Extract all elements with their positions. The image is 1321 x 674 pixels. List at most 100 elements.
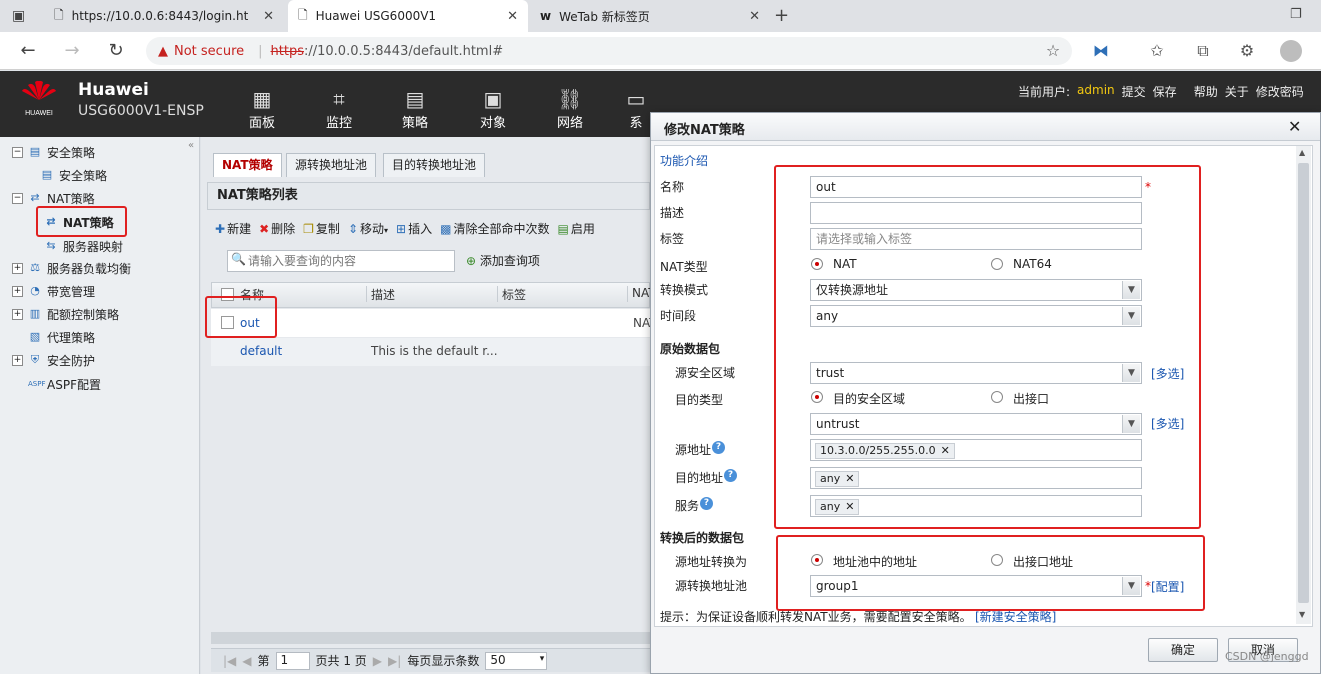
column-nat[interactable]: NAT bbox=[632, 286, 650, 300]
scroll-down-icon[interactable]: ▼ bbox=[1299, 610, 1305, 619]
help-icon[interactable]: ? bbox=[700, 497, 713, 510]
translate-interface-label[interactable]: 出接口地址 bbox=[1013, 553, 1073, 570]
new-button[interactable]: ✚ 新建 bbox=[215, 220, 251, 237]
row-name-link[interactable]: default bbox=[240, 344, 282, 358]
help-link[interactable]: 帮助 bbox=[1194, 83, 1218, 100]
collections-icon[interactable]: ⧉ bbox=[1192, 41, 1214, 61]
tree-item-proxy[interactable]: ▧ 代理策略 bbox=[28, 327, 95, 347]
dest-type-zone-radio[interactable] bbox=[811, 391, 823, 403]
help-icon[interactable]: ? bbox=[712, 441, 725, 454]
nat-type-nat-radio[interactable] bbox=[811, 258, 823, 270]
scroll-up-icon[interactable]: ▲ bbox=[1299, 148, 1305, 157]
move-button[interactable]: ⇕ 移动▾ bbox=[348, 220, 388, 237]
collapse-icon[interactable]: « bbox=[188, 140, 194, 151]
tab-nat-policy[interactable]: NAT策略 bbox=[213, 153, 282, 177]
insert-button[interactable]: ⊞ 插入 bbox=[396, 220, 432, 237]
dest-zone-multiselect-link[interactable]: [多选] bbox=[1151, 415, 1184, 432]
tree-item-aspf[interactable]: ASPF ASPF配置 bbox=[28, 374, 101, 394]
tab-actions-icon[interactable]: ▣ bbox=[12, 8, 25, 24]
tree-item-nat-policy-child[interactable]: ⇄ NAT策略 bbox=[44, 212, 113, 232]
close-icon[interactable]: ✕ bbox=[263, 9, 274, 24]
ok-button[interactable]: 确定 bbox=[1148, 638, 1218, 662]
name-input[interactable]: out bbox=[810, 176, 1142, 198]
forward-icon[interactable]: → bbox=[60, 40, 84, 61]
delete-button[interactable]: ✖ 删除 bbox=[259, 220, 295, 237]
save-link[interactable]: 保存 bbox=[1153, 83, 1177, 100]
close-icon[interactable]: ✕ bbox=[507, 9, 518, 24]
tab-dest-pool[interactable]: 目的转换地址池 bbox=[383, 153, 486, 177]
tree-item-server-mapping[interactable]: ⇆ 服务器映射 bbox=[44, 236, 123, 256]
new-security-policy-link[interactable]: [新建安全策略] bbox=[975, 608, 1056, 625]
nat-type-nat64-radio[interactable] bbox=[991, 258, 1003, 270]
profile-avatar[interactable] bbox=[1280, 40, 1302, 62]
favorites-icon[interactable]: ✩ bbox=[1146, 41, 1168, 60]
restore-window-icon[interactable]: ❐ bbox=[1290, 7, 1302, 22]
favorite-star-icon[interactable]: ☆ bbox=[1042, 41, 1064, 60]
help-icon[interactable]: ? bbox=[724, 469, 737, 482]
new-tab-icon[interactable]: + bbox=[774, 5, 789, 26]
copy-button[interactable]: ❐ 复制 bbox=[303, 220, 340, 237]
pool-config-link[interactable]: [配置] bbox=[1151, 578, 1184, 595]
remove-icon[interactable]: ✕ bbox=[845, 472, 854, 486]
menu-network[interactable]: ⛓ 网络 bbox=[545, 86, 595, 131]
intro-link[interactable]: 功能介绍 bbox=[660, 152, 708, 169]
nat-type-nat-label[interactable]: NAT bbox=[833, 257, 857, 271]
collapse-toggle-icon[interactable]: − bbox=[12, 146, 23, 158]
expand-toggle-icon[interactable]: + bbox=[12, 308, 23, 320]
submit-link[interactable]: 提交 bbox=[1122, 83, 1146, 100]
about-link[interactable]: 关于 bbox=[1225, 83, 1249, 100]
column-desc[interactable]: 描述 bbox=[371, 286, 395, 303]
tree-item-protection[interactable]: + ⛨ 安全防护 bbox=[12, 350, 95, 370]
tree-item-security-policy[interactable]: − ▤ 安全策略 bbox=[12, 142, 95, 162]
tree-item-nat-policy[interactable]: − ⇄ NAT策略 bbox=[12, 188, 95, 208]
translate-pool-radio[interactable] bbox=[811, 554, 823, 566]
translate-pool-label[interactable]: 地址池中的地址 bbox=[833, 553, 917, 570]
extensions-icon[interactable]: ⚙ bbox=[1236, 41, 1258, 60]
last-page-icon[interactable]: ▶| bbox=[388, 654, 401, 668]
first-page-icon[interactable]: |◀ bbox=[223, 654, 236, 668]
service-field[interactable] bbox=[810, 495, 1142, 517]
expand-toggle-icon[interactable]: + bbox=[12, 285, 23, 297]
scrollbar-thumb[interactable] bbox=[1298, 163, 1309, 603]
source-zone-multiselect-link[interactable]: [多选] bbox=[1151, 365, 1184, 382]
description-input[interactable] bbox=[810, 202, 1142, 224]
enable-button[interactable]: ▤ 启用 bbox=[557, 220, 594, 237]
per-page-select[interactable]: 50 ▾ bbox=[485, 651, 548, 670]
page-number-input[interactable]: 1 bbox=[275, 651, 310, 670]
dest-type-zone-label[interactable]: 目的安全区域 bbox=[833, 390, 905, 407]
extension-icon[interactable]: ⧓ bbox=[1090, 41, 1112, 60]
translate-interface-radio[interactable] bbox=[991, 554, 1003, 566]
prev-page-icon[interactable]: ◀ bbox=[242, 654, 251, 668]
dest-address-field[interactable] bbox=[810, 467, 1142, 489]
menu-system[interactable]: ▭ 系 bbox=[622, 86, 650, 131]
tree-item-quota[interactable]: + ▥ 配额控制策略 bbox=[12, 304, 119, 324]
search-input[interactable]: 请输入要查询的内容 bbox=[227, 250, 455, 272]
close-icon[interactable]: ✕ bbox=[749, 9, 760, 24]
browser-tab-login[interactable]: 🗋 https://10.0.0.6:8443/login.html? ✕ bbox=[44, 0, 284, 32]
menu-dashboard[interactable]: ▦ 面板 bbox=[237, 86, 287, 131]
security-label[interactable]: Not secure bbox=[174, 44, 244, 59]
menu-policy[interactable]: ▤ 策略 bbox=[390, 86, 440, 131]
dest-zone-select[interactable]: untrust ▼ bbox=[810, 413, 1142, 435]
add-query-button[interactable]: ⊕ 添加查询项 bbox=[466, 252, 540, 269]
reload-icon[interactable]: ↻ bbox=[104, 40, 128, 61]
next-page-icon[interactable]: ▶ bbox=[373, 654, 382, 668]
expand-toggle-icon[interactable]: + bbox=[12, 262, 23, 274]
menu-object[interactable]: ▣ 对象 bbox=[468, 86, 518, 131]
remove-icon[interactable]: ✕ bbox=[941, 444, 950, 458]
tab-source-pool[interactable]: 源转换地址池 bbox=[286, 153, 377, 177]
horizontal-scrollbar[interactable] bbox=[211, 632, 650, 644]
remove-icon[interactable]: ✕ bbox=[845, 500, 854, 514]
browser-tab-huawei[interactable]: 🗋 Huawei USG6000V1 ✕ bbox=[288, 0, 528, 32]
column-tag[interactable]: 标签 bbox=[502, 286, 526, 303]
change-password-link[interactable]: 修改密码 bbox=[1256, 83, 1304, 100]
pool-select[interactable]: group1 ▼ bbox=[810, 575, 1142, 597]
time-select[interactable]: any ▼ bbox=[810, 305, 1142, 327]
clear-hits-button[interactable]: ▩ 清除全部命中次数 bbox=[440, 220, 549, 237]
menu-monitor[interactable]: ⌗ 监控 bbox=[314, 86, 364, 131]
close-icon[interactable]: ✕ bbox=[1288, 117, 1301, 136]
browser-tab-wetab[interactable]: ᴡ WeTab 新标签页 ✕ bbox=[530, 0, 770, 32]
source-zone-select[interactable]: trust ▼ bbox=[810, 362, 1142, 384]
mode-select[interactable]: 仅转换源地址 ▼ bbox=[810, 279, 1142, 301]
dest-type-interface-radio[interactable] bbox=[991, 391, 1003, 403]
